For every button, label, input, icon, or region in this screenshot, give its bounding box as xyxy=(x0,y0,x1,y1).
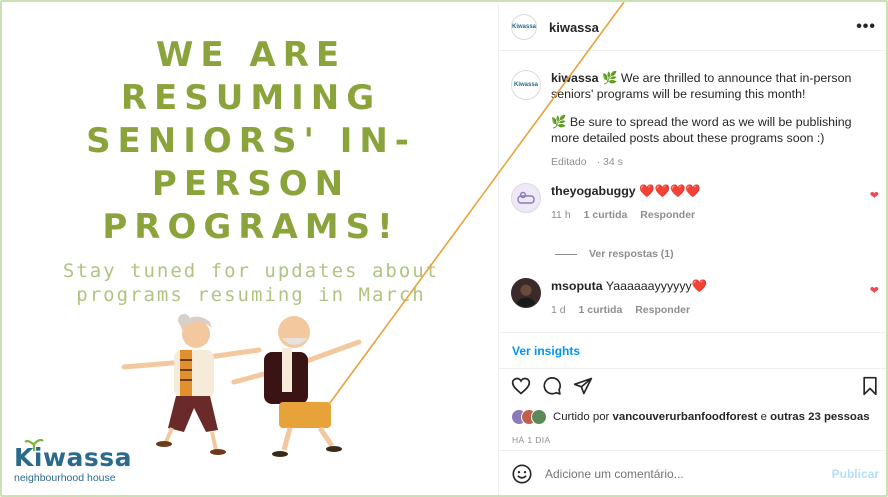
caption-first-paragraph: kiwassa 🌿 We are thrilled to announce th… xyxy=(551,70,861,102)
seniors-exercising-illustration xyxy=(121,314,362,457)
comments-list[interactable]: Kiwassa kiwassa 🌿 We are thrilled to ann… xyxy=(499,52,886,333)
comment-meta: 11 h 1 curtida Responder xyxy=(551,207,861,223)
post-author-username[interactable]: kiwassa xyxy=(549,20,599,35)
headline-line: WE ARE xyxy=(155,35,347,75)
post-image[interactable]: WE ARE RESUMING SENIORS' IN- PERSON PROG… xyxy=(4,4,498,495)
divider xyxy=(499,368,886,369)
sprout-icon xyxy=(24,439,44,451)
caption-username[interactable]: kiwassa xyxy=(551,71,599,85)
comment-time: 11 h xyxy=(551,209,571,221)
heart-icon[interactable]: ❤ xyxy=(870,189,879,202)
comment-body: theyogabuggy ❤️❤️❤️❤️ 11 h 1 curtida Res… xyxy=(551,183,861,223)
likes-connector: e xyxy=(760,411,767,423)
post-date[interactable]: HÁ 1 DIA xyxy=(512,435,551,445)
person-avatar-icon xyxy=(516,284,536,307)
avatar[interactable] xyxy=(511,183,541,213)
add-comment-bar: Publicar xyxy=(511,460,879,488)
divider xyxy=(555,253,577,255)
comment-meta: 1 d 1 curtida Responder xyxy=(551,302,861,318)
heart-icon[interactable] xyxy=(511,376,531,396)
comment-icon[interactable] xyxy=(542,376,562,396)
comment-text: ❤️❤️❤️❤️ xyxy=(639,184,701,198)
instagram-post-frame: WE ARE RESUMING SENIORS' IN- PERSON PROG… xyxy=(0,0,888,497)
reply-button[interactable]: Responder xyxy=(640,209,695,221)
comment-content: msoputa Yaaaaaayyyyyy❤️ xyxy=(551,278,861,294)
view-replies-toggle[interactable]: Ver respostas (1) xyxy=(555,248,674,260)
heart-icon[interactable]: ❤ xyxy=(870,284,879,297)
save-icon[interactable] xyxy=(861,376,879,396)
comment-input[interactable] xyxy=(545,467,832,481)
comment-likes-count[interactable]: 1 curtida xyxy=(579,304,623,316)
view-replies-label[interactable]: Ver respostas (1) xyxy=(589,248,674,260)
post-image-headline: WE ARE RESUMING SENIORS' IN- PERSON PROG… xyxy=(4,34,498,249)
avatar xyxy=(531,409,547,425)
likes-prefix: Curtido por xyxy=(553,411,610,423)
kiwassa-logo: Kiwassa neighbourhood house xyxy=(14,439,132,484)
likes-text: Curtido por vancouverurbanfoodforest e o… xyxy=(553,411,870,423)
comment-username[interactable]: msoputa xyxy=(551,279,603,293)
comment-text: Yaaaaaayyyyyy❤️ xyxy=(605,279,708,293)
comment-body: msoputa Yaaaaaayyyyyy❤️ 1 d 1 curtida Re… xyxy=(551,278,861,318)
yoga-avatar-icon xyxy=(517,191,535,204)
comment-row: theyogabuggy ❤️❤️❤️❤️ 11 h 1 curtida Res… xyxy=(511,183,861,223)
edited-label: Editado xyxy=(551,156,587,168)
more-icon[interactable]: ••• xyxy=(856,18,876,36)
other-likers-link[interactable]: outras 23 pessoas xyxy=(770,411,869,423)
subline-line: programs resuming in March xyxy=(76,284,426,306)
headline-line: RESUMING xyxy=(120,78,382,118)
comment-content: theyogabuggy ❤️❤️❤️❤️ xyxy=(551,183,861,199)
headline-line: PERSON xyxy=(151,164,351,204)
avatar[interactable] xyxy=(511,278,541,308)
senior-man-figure xyxy=(231,316,362,457)
post-header: Kiwassa kiwassa ••• xyxy=(499,4,886,51)
caption-body: kiwassa 🌿 We are thrilled to announce th… xyxy=(551,70,861,170)
logo-tagline: neighbourhood house xyxy=(14,472,116,484)
emoji-icon[interactable] xyxy=(511,463,533,485)
reply-button[interactable]: Responder xyxy=(635,304,690,316)
headline-line: PROGRAMS! xyxy=(102,207,400,247)
comment-row: msoputa Yaaaaaayyyyyy❤️ 1 d 1 curtida Re… xyxy=(511,278,861,318)
comment-time: 1 d xyxy=(551,304,566,316)
subline-line: Stay tuned for updates about xyxy=(62,260,440,282)
share-icon[interactable] xyxy=(573,376,593,396)
avatar[interactable]: Kiwassa xyxy=(511,70,541,100)
caption-text-line2: 🌿 Be sure to spread the word as we will … xyxy=(551,115,852,145)
divider xyxy=(499,450,886,451)
publish-button[interactable]: Publicar xyxy=(832,467,879,481)
post-details-panel: Kiwassa kiwassa ••• Kiwassa kiwassa 🌿 We… xyxy=(498,4,886,495)
comment-username[interactable]: theyogabuggy xyxy=(551,184,636,198)
caption-meta: Editado · 34 s xyxy=(551,156,623,168)
likes-summary: Curtido por vancouverurbanfoodforest e o… xyxy=(511,409,870,425)
caption-row: Kiwassa kiwassa 🌿 We are thrilled to ann… xyxy=(511,70,861,170)
liker-username[interactable]: vancouverurbanfoodforest xyxy=(613,411,758,423)
senior-woman-figure xyxy=(121,314,262,455)
post-actions-bar xyxy=(511,376,879,402)
avatar-text: Kiwassa xyxy=(513,82,538,88)
comment-likes-count[interactable]: 1 curtida xyxy=(584,209,628,221)
avatar-text: Kiwassa xyxy=(512,24,537,30)
view-insights-link[interactable]: Ver insights xyxy=(512,344,580,358)
headline-line: SENIORS' IN- xyxy=(86,121,416,161)
post-image-subline: Stay tuned for updates about programs re… xyxy=(4,259,498,307)
caption-time: 34 s xyxy=(603,156,623,168)
avatar[interactable]: Kiwassa xyxy=(511,14,537,40)
